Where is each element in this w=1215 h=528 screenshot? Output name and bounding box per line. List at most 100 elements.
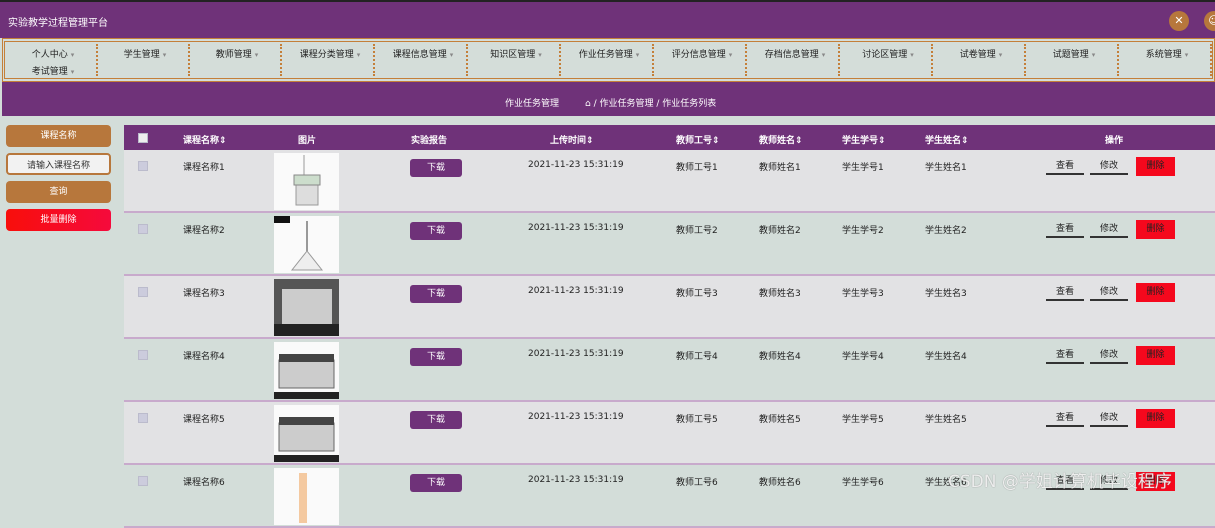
breadcrumb-bar: 作业任务管理 ⌂ / 作业任务管理 / 作业任务列表 xyxy=(2,82,1215,116)
nav-divider xyxy=(1210,44,1212,76)
nav-divider xyxy=(652,44,654,76)
top-bar: 实验教学过程管理平台 ✕ ☺ xyxy=(0,0,1215,38)
view-button[interactable]: 查看 xyxy=(1046,157,1084,175)
upload-time: 2021-11-23 15:31:19 xyxy=(528,475,624,485)
row-checkbox[interactable] xyxy=(138,476,148,486)
nav-divider xyxy=(745,44,747,76)
app-title: 实验教学过程管理平台 xyxy=(8,18,108,29)
course-name: 课程名称5 xyxy=(183,415,225,425)
view-button[interactable]: 查看 xyxy=(1046,346,1084,364)
nav-divider xyxy=(931,44,933,76)
nav-item[interactable]: 系统管理 ▾ xyxy=(1121,47,1213,61)
nav-item[interactable]: 教师管理 ▾ xyxy=(191,47,283,61)
delete-button[interactable]: 删除 xyxy=(1136,409,1175,428)
course-image xyxy=(274,468,339,525)
header-teacher-name[interactable]: 教师姓名⇕ xyxy=(759,133,803,146)
nav-divider xyxy=(559,44,561,76)
nav-item[interactable]: 知识区管理 ▾ xyxy=(470,47,562,61)
course-name: 课程名称6 xyxy=(183,478,225,488)
row-checkbox[interactable] xyxy=(138,413,148,423)
nav-item[interactable]: 作业任务管理 ▾ xyxy=(563,47,655,61)
chevron-down-icon: ▾ xyxy=(70,51,75,59)
header-actions: 操作 xyxy=(1105,136,1124,146)
edit-button[interactable]: 修改 xyxy=(1090,283,1128,301)
nav-item[interactable]: 试卷管理 ▾ xyxy=(935,47,1027,61)
teacher-name: 教师姓名4 xyxy=(759,352,801,362)
table-row: 课程名称1 下载 2021-11-23 15:31:19 教师工号1 教师姓名1… xyxy=(124,150,1215,213)
course-name: 课程名称1 xyxy=(183,163,225,173)
view-button[interactable]: 查看 xyxy=(1046,220,1084,238)
nav-item[interactable]: 学生管理 ▾ xyxy=(99,47,191,61)
teacher-id: 教师工号1 xyxy=(676,163,718,173)
nav-divider xyxy=(280,44,282,76)
breadcrumb: ⌂ / 作业任务管理 / 作业任务列表 xyxy=(585,99,717,109)
chevron-down-icon: ▾ xyxy=(1184,51,1189,59)
teacher-name: 教师姓名1 xyxy=(759,163,801,173)
chevron-down-icon: ▾ xyxy=(728,51,733,59)
nav-item[interactable]: 讨论区管理 ▾ xyxy=(842,47,934,61)
course-image xyxy=(274,342,339,399)
student-id: 学生学号3 xyxy=(842,289,884,299)
chevron-down-icon: ▾ xyxy=(538,51,542,59)
batch-delete-button[interactable]: 批量删除 xyxy=(6,209,111,231)
edit-button[interactable]: 修改 xyxy=(1090,220,1128,238)
search-button[interactable]: 查询 xyxy=(6,181,111,203)
download-button[interactable]: 下载 xyxy=(410,474,462,492)
nav-item[interactable]: 试题管理 ▾ xyxy=(1028,47,1120,61)
header-time[interactable]: 上传时间⇕ xyxy=(550,133,594,146)
user-icon[interactable]: ☺ xyxy=(1204,11,1215,31)
watermark: CSDN @学姐计算机毕设程序 xyxy=(948,472,1172,492)
select-all-checkbox[interactable] xyxy=(138,133,148,143)
table-row: 课程名称3 下载 2021-11-23 15:31:19 教师工号3 教师姓名3… xyxy=(124,276,1215,339)
delete-button[interactable]: 删除 xyxy=(1136,346,1175,365)
upload-time: 2021-11-23 15:31:19 xyxy=(528,349,624,359)
download-button[interactable]: 下载 xyxy=(410,222,462,240)
chevron-down-icon: ▾ xyxy=(70,68,75,76)
edit-button[interactable]: 修改 xyxy=(1090,409,1128,427)
row-checkbox[interactable] xyxy=(138,350,148,360)
view-button[interactable]: 查看 xyxy=(1046,409,1084,427)
nav-divider xyxy=(373,44,375,76)
download-button[interactable]: 下载 xyxy=(410,159,462,177)
course-name: 课程名称2 xyxy=(183,226,225,236)
chevron-down-icon: ▾ xyxy=(162,51,167,59)
header-student-id[interactable]: 学生学号⇕ xyxy=(842,133,886,146)
teacher-name: 教师姓名3 xyxy=(759,289,801,299)
nav-item[interactable]: 课程信息管理 ▾ xyxy=(377,47,469,61)
nav-divider xyxy=(1117,44,1119,76)
download-button[interactable]: 下载 xyxy=(410,285,462,303)
student-id: 学生学号2 xyxy=(842,226,884,236)
nav-item[interactable]: 考试管理 ▾ xyxy=(7,64,99,78)
delete-button[interactable]: 删除 xyxy=(1136,220,1175,239)
nav-item[interactable]: 课程分类管理 ▾ xyxy=(284,47,376,61)
edit-button[interactable]: 修改 xyxy=(1090,157,1128,175)
breadcrumb-item[interactable]: 作业任务管理 xyxy=(599,99,653,109)
delete-button[interactable]: 删除 xyxy=(1136,157,1175,176)
course-name-input[interactable]: 请输入课程名称 xyxy=(6,153,111,175)
download-button[interactable]: 下载 xyxy=(410,411,462,429)
row-checkbox[interactable] xyxy=(138,224,148,234)
teacher-id: 教师工号2 xyxy=(676,226,718,236)
header-name[interactable]: 课程名称⇕ xyxy=(183,133,227,146)
fullscreen-icon[interactable]: ✕ xyxy=(1169,11,1189,31)
teacher-name: 教师姓名5 xyxy=(759,415,801,425)
upload-time: 2021-11-23 15:31:19 xyxy=(528,223,624,233)
home-icon[interactable]: ⌂ xyxy=(585,99,591,109)
student-name: 学生姓名5 xyxy=(925,415,967,425)
nav-divider xyxy=(1024,44,1026,76)
nav-divider xyxy=(838,44,840,76)
row-checkbox[interactable] xyxy=(138,161,148,171)
table-row: 课程名称4 下载 2021-11-23 15:31:19 教师工号4 教师姓名4… xyxy=(124,339,1215,402)
header-teacher-id[interactable]: 教师工号⇕ xyxy=(676,133,720,146)
download-button[interactable]: 下载 xyxy=(410,348,462,366)
row-checkbox[interactable] xyxy=(138,287,148,297)
view-button[interactable]: 查看 xyxy=(1046,283,1084,301)
student-name: 学生姓名4 xyxy=(925,352,967,362)
student-id: 学生学号4 xyxy=(842,352,884,362)
nav-item[interactable]: 评分信息管理 ▾ xyxy=(656,47,748,61)
nav-item[interactable]: 个人中心 ▾ xyxy=(7,47,99,61)
header-student-name[interactable]: 学生姓名⇕ xyxy=(925,133,969,146)
nav-item[interactable]: 存档信息管理 ▾ xyxy=(749,47,841,61)
delete-button[interactable]: 删除 xyxy=(1136,283,1175,302)
edit-button[interactable]: 修改 xyxy=(1090,346,1128,364)
